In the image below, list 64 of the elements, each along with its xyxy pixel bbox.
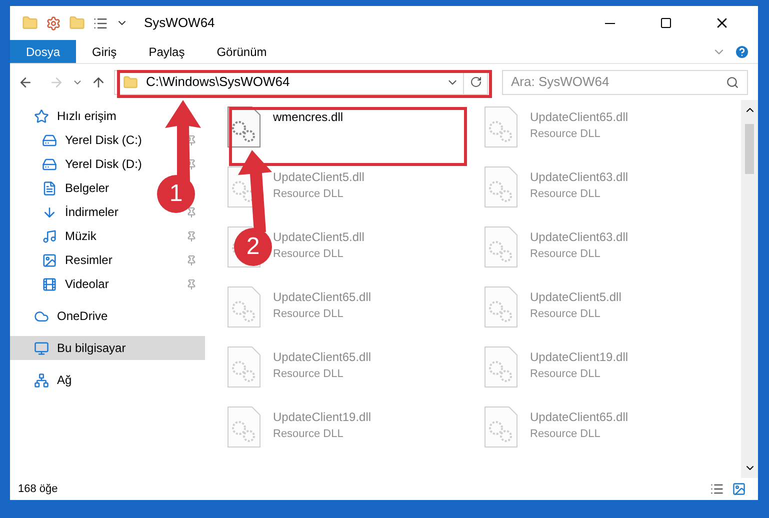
sidebar-item[interactable]: Bu bilgisayar: [10, 336, 205, 360]
file-type: Resource DLL: [273, 247, 344, 262]
gear-file-icon: [484, 346, 518, 388]
search-placeholder: Ara: SysWOW64: [511, 73, 610, 92]
ribbon-tab[interactable]: Görünüm: [200, 40, 283, 63]
list-icon[interactable]: [93, 16, 108, 30]
gear-file-icon: [484, 286, 518, 328]
ribbon-tab[interactable]: Dosya: [10, 40, 76, 63]
star-icon: [34, 108, 49, 124]
cloud-icon: [34, 308, 49, 324]
address-field[interactable]: C:\Windows\SysWOW64: [114, 70, 488, 94]
gear-file-icon: [484, 166, 518, 208]
details-view-icon[interactable]: [710, 482, 724, 496]
window-title: SysWOW64: [144, 14, 215, 32]
monitor-icon: [34, 340, 49, 356]
drive-icon: [42, 132, 57, 148]
file-type: Resource DLL: [530, 247, 602, 262]
help-icon[interactable]: [734, 44, 750, 60]
network-icon: [34, 372, 49, 388]
search-field[interactable]: Ara: SysWOW64: [502, 70, 748, 94]
sidebar-item[interactable]: Yerel Disk (C:): [65, 131, 142, 149]
gear-file-icon: [484, 226, 518, 268]
file-type: Resource DLL: [273, 367, 344, 382]
film-icon: [42, 276, 57, 292]
file-type: Resource DLL: [273, 187, 344, 202]
scroll-thumb[interactable]: [745, 124, 754, 174]
gear-file-icon: [484, 106, 518, 148]
file-type: Resource DLL: [530, 127, 602, 142]
sidebar-item[interactable]: Ağ: [10, 368, 205, 392]
file-type: Resource DLL: [530, 187, 602, 202]
sidebar-item[interactable]: Hızlı erişim: [10, 104, 205, 128]
sidebar-item[interactable]: Resimler: [65, 251, 112, 269]
file-type: Resource DLL: [530, 367, 602, 382]
file-type: Resource DLL: [273, 427, 344, 442]
item-count: 168 öğe: [18, 482, 58, 497]
folder-icon: [123, 74, 138, 90]
file-name[interactable]: wmencres.dll: [273, 108, 344, 126]
document-icon: [42, 180, 57, 196]
picture-icon: [42, 252, 57, 268]
gear-file-icon: [227, 346, 261, 388]
down-arrow-icon: [42, 204, 57, 220]
scrollbar[interactable]: [741, 100, 758, 478]
address-path: C:\Windows\SysWOW64: [146, 73, 290, 92]
thumbnail-view-icon[interactable]: [732, 482, 746, 496]
sidebar-item[interactable]: OneDrive: [10, 304, 205, 328]
gear-file-icon: [484, 406, 518, 448]
sidebar-item[interactable]: Belgeler: [65, 179, 110, 197]
sidebar-item[interactable]: İndirmeler: [65, 203, 118, 221]
gear-file-icon: [227, 286, 261, 328]
file-type: Resource DLL: [530, 307, 602, 322]
sidebar-item[interactable]: Müzik: [65, 227, 96, 245]
file-type: Resource DLL: [273, 307, 344, 322]
ribbon-tab[interactable]: Giriş: [76, 40, 133, 63]
maximize-icon: [660, 17, 672, 29]
ribbon-tab[interactable]: Paylaş: [132, 40, 201, 63]
refresh-icon: [470, 76, 482, 88]
drive-icon: [42, 156, 57, 172]
music-note-icon: [42, 228, 57, 244]
search-icon[interactable]: [726, 76, 739, 88]
minimize-icon: [605, 22, 615, 24]
sidebar-item[interactable]: Videolar: [65, 275, 109, 293]
gear-file-icon: [227, 406, 261, 448]
sidebar-item[interactable]: Yerel Disk (D:): [65, 155, 142, 173]
file-type: Resource DLL: [530, 427, 602, 442]
